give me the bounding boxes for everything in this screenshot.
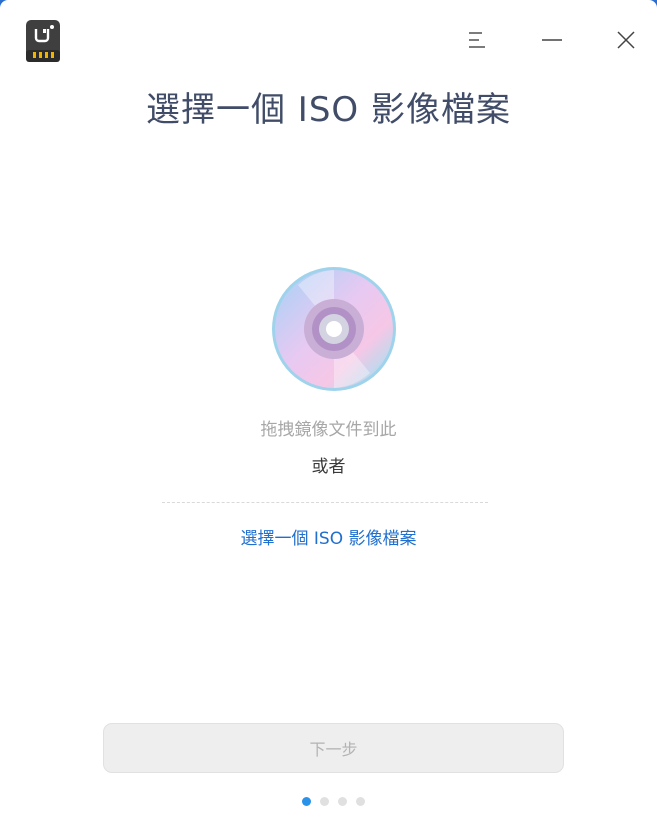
menu-icon (469, 32, 485, 48)
disc-icon[interactable] (270, 265, 398, 393)
divider (162, 502, 488, 503)
select-iso-link[interactable]: 選擇一個 ISO 影像檔案 (0, 524, 657, 549)
minimize-button[interactable] (534, 22, 570, 58)
page-dot-2[interactable] (320, 797, 329, 806)
or-text: 或者 (311, 457, 346, 477)
minimize-icon (542, 39, 562, 41)
page-dot-3[interactable] (338, 797, 347, 806)
close-button[interactable] (608, 22, 644, 58)
page-dot-4[interactable] (356, 797, 365, 806)
drop-hint-text: 拖拽鏡像文件到此 (260, 420, 397, 440)
page-indicator (302, 797, 365, 806)
app-window: 選擇一個 ISO 影像檔案 拖拽鏡像文件到此 或者 選擇一個 ISO 影像檔案 (0, 0, 657, 821)
page-title: 選擇一個 ISO 影像檔案 (146, 90, 511, 130)
close-icon (617, 31, 635, 49)
next-button[interactable]: 下一步 (103, 723, 564, 773)
menu-button[interactable] (459, 22, 495, 58)
page-dot-1[interactable] (302, 797, 311, 806)
usb-drive-icon (26, 20, 60, 62)
